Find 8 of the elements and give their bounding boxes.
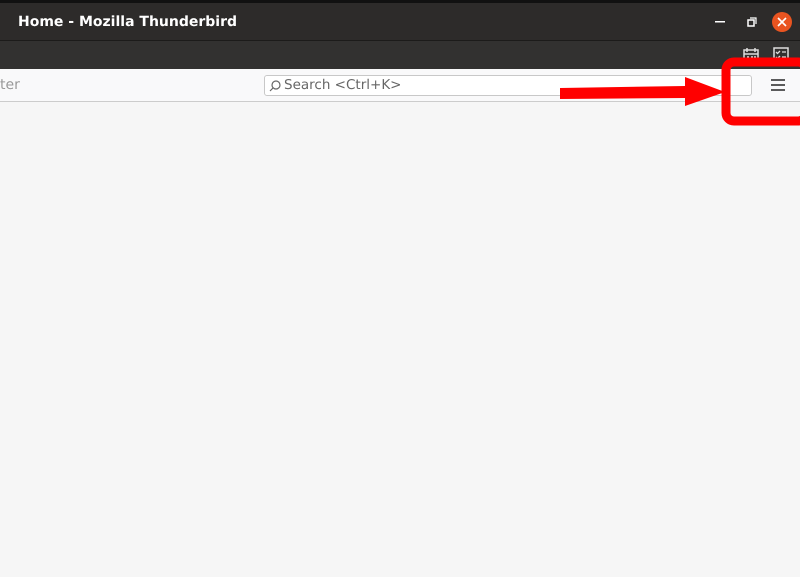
filter-field[interactable]: ter	[0, 77, 264, 93]
close-button[interactable]	[772, 12, 792, 32]
menu-icon[interactable]	[769, 76, 787, 94]
window-title: Home - Mozilla Thunderbird	[18, 14, 238, 30]
restore-icon[interactable]	[747, 16, 757, 26]
close-icon	[777, 16, 787, 26]
minimize-icon[interactable]	[715, 20, 725, 22]
search-icon	[269, 80, 281, 92]
